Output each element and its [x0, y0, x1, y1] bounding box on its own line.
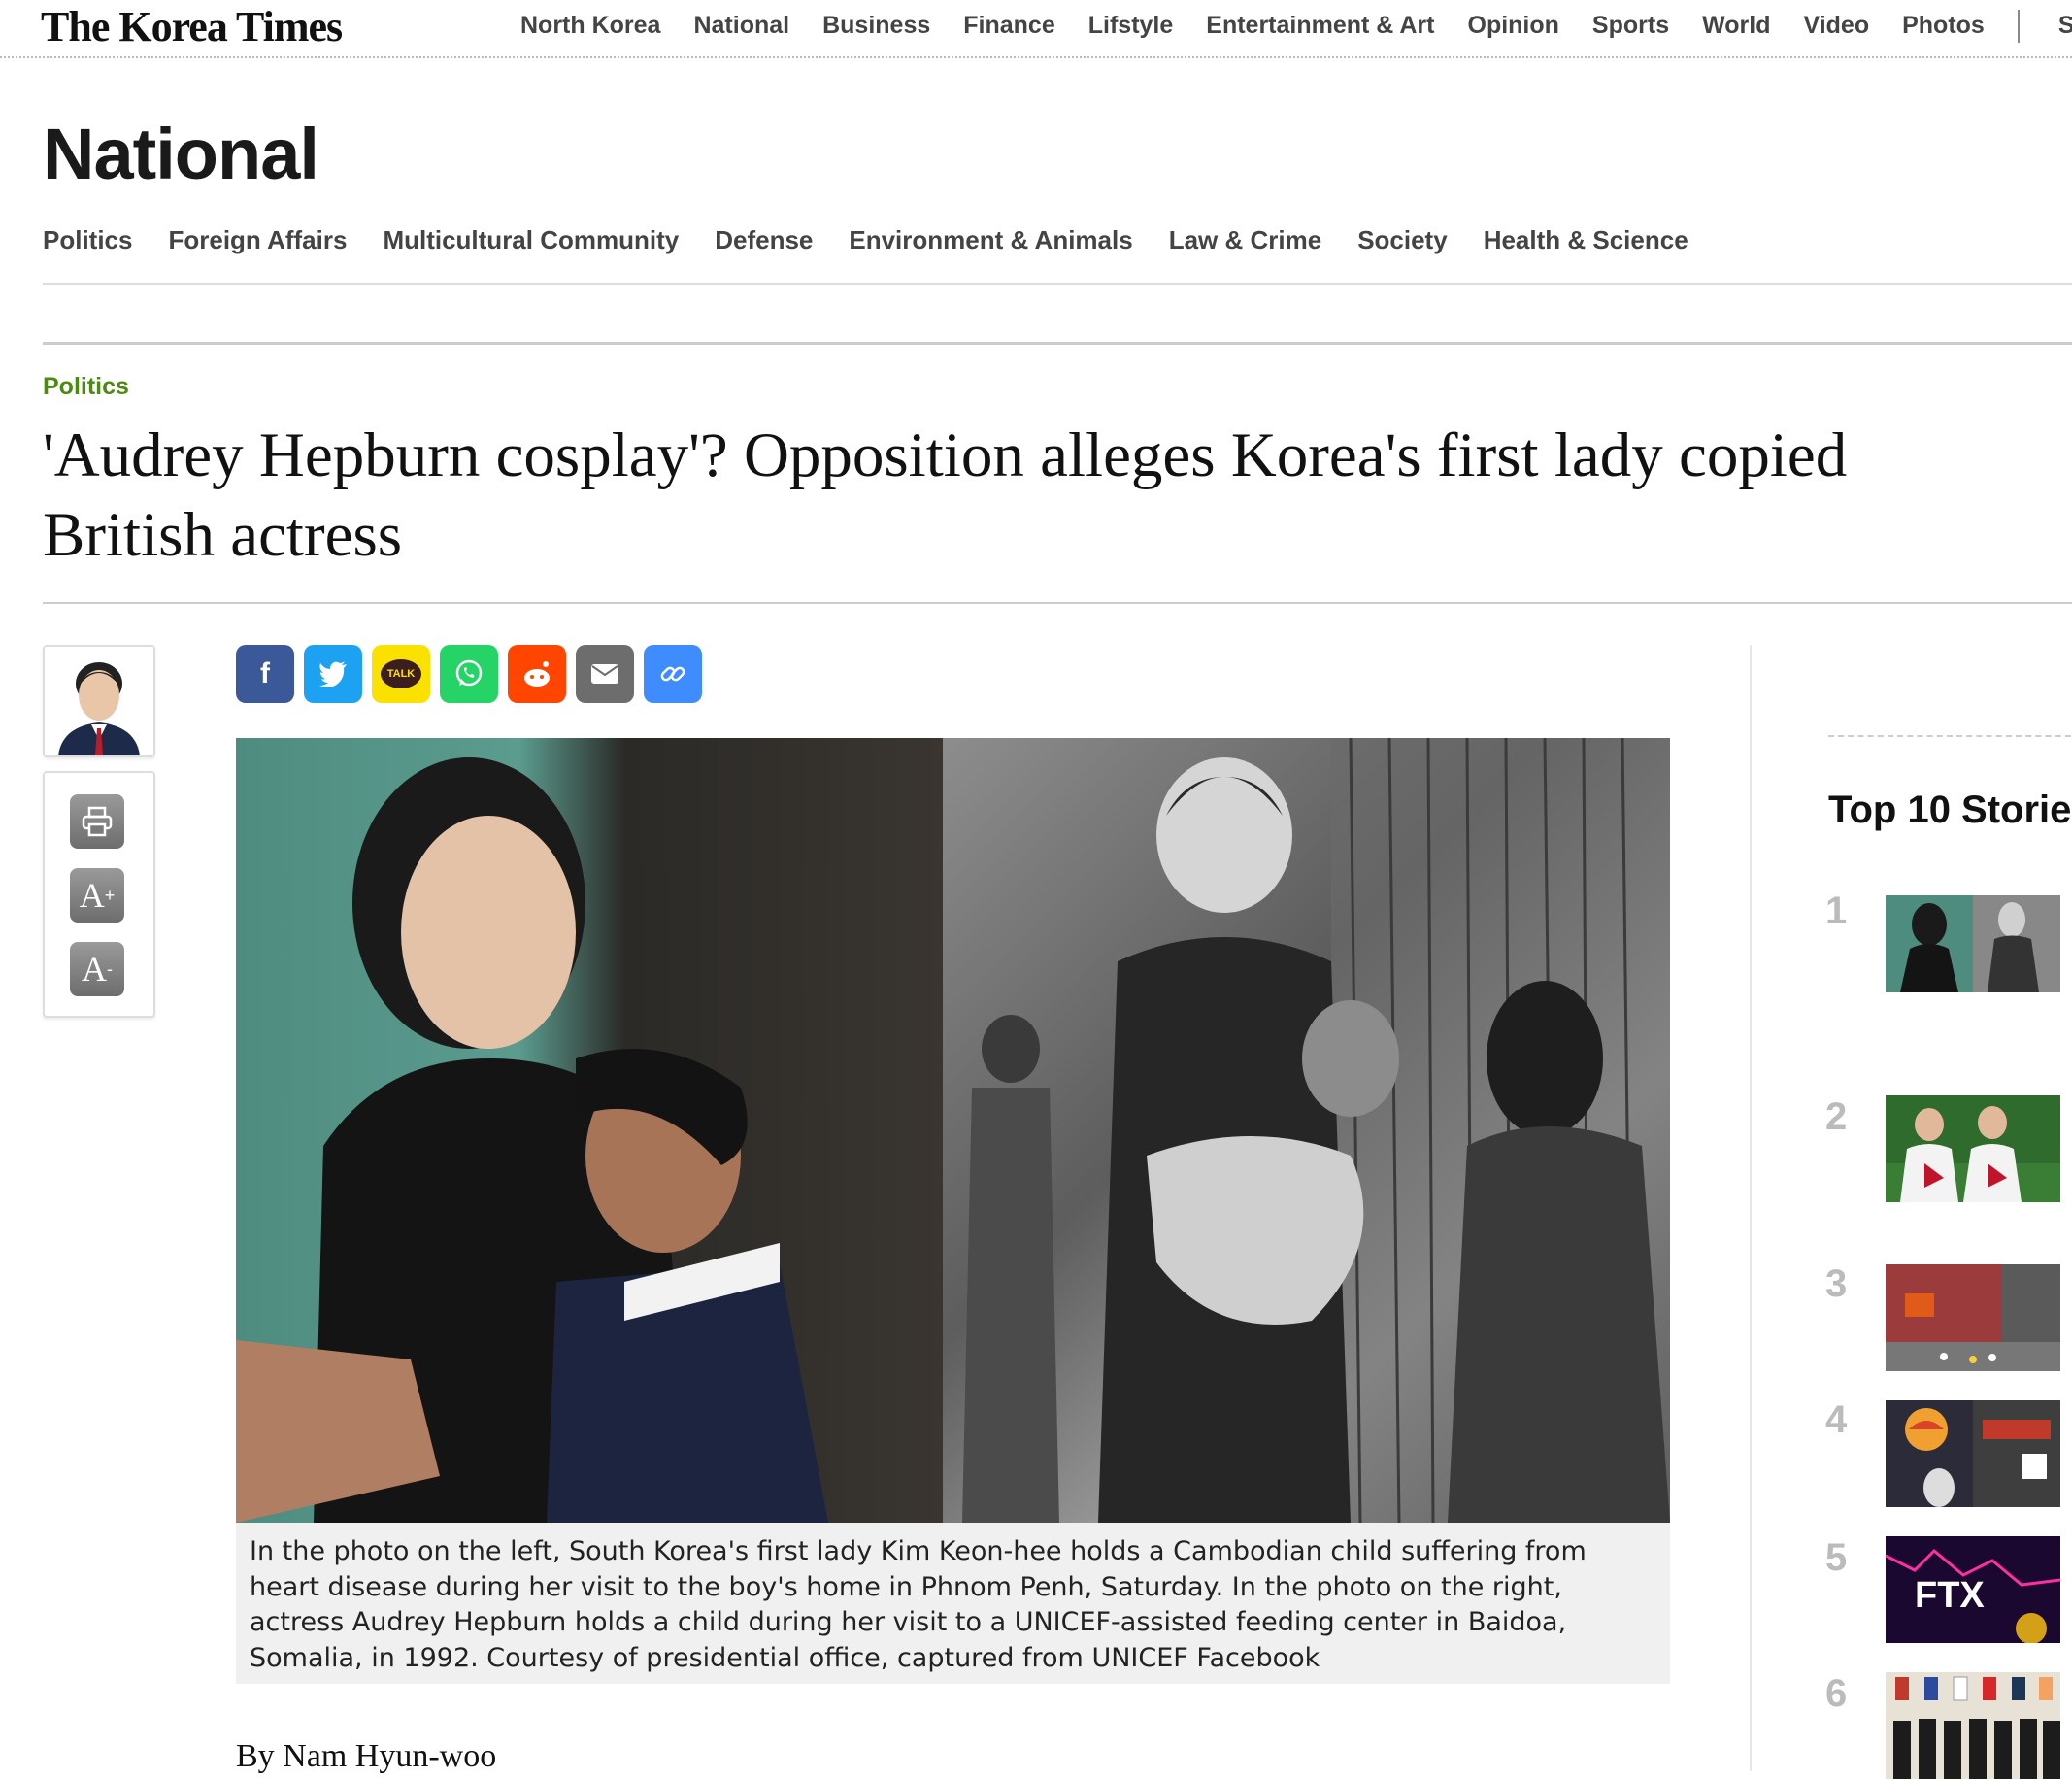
story-rank: 2 [1825, 1095, 1848, 1138]
section-title: National [43, 114, 319, 194]
increase-font-button[interactable]: A + [70, 868, 124, 923]
author-avatar[interactable] [43, 645, 155, 757]
share-kakaotalk-button[interactable]: TALK [372, 645, 430, 703]
kakaotalk-label: TALK [386, 668, 416, 680]
nav-north-korea[interactable]: North Korea [520, 12, 660, 43]
avatar-image [45, 647, 153, 755]
envelope-icon [591, 664, 618, 684]
nav-divider [2017, 10, 2020, 43]
top-nav: North Korea National Business Finance Li… [520, 10, 2072, 43]
twitter-icon [319, 661, 347, 687]
story-thumbnail[interactable]: FTX [1886, 1536, 2060, 1643]
story-thumbnail[interactable] [1886, 1264, 2060, 1371]
article-kicker[interactable]: Politics [43, 373, 129, 401]
print-button[interactable] [70, 794, 124, 849]
nav-business[interactable]: Business [822, 12, 930, 43]
subnav-multicultural-community[interactable]: Multicultural Community [383, 225, 679, 255]
article-byline[interactable]: By Nam Hyun-woo [236, 1738, 496, 1775]
story-rank: 4 [1825, 1398, 1848, 1441]
share-whatsapp-button[interactable] [440, 645, 498, 703]
subnav-politics[interactable]: Politics [43, 225, 132, 255]
decrease-font-button[interactable]: A- [70, 942, 124, 996]
sidebar-divider [1828, 735, 2072, 737]
link-icon [660, 666, 685, 682]
nav-finance[interactable]: Finance [963, 12, 1054, 43]
photo-audrey-hepburn [943, 738, 1670, 1523]
article-headline: 'Audrey Hepburn cosplay'? Opposition all… [43, 420, 1848, 570]
story-rank: 3 [1825, 1262, 1848, 1305]
share-email-button[interactable] [576, 645, 634, 703]
font-increase-label: A [79, 876, 105, 915]
section-subnav: Politics Foreign Affairs Multicultural C… [43, 225, 1724, 255]
top-stories-title: Top 10 Stories [1828, 789, 2072, 831]
thumbnail-image [1886, 1095, 2060, 1202]
share-facebook-button[interactable]: f [236, 645, 294, 703]
share-bar: f TALK [236, 645, 712, 703]
photo-caption: In the photo on the left, South Korea's … [236, 1523, 1670, 1684]
share-reddit-button[interactable] [508, 645, 566, 703]
divider [43, 342, 2072, 345]
nav-world[interactable]: World [1702, 12, 1770, 43]
nav-sports[interactable]: Sports [1592, 12, 1669, 43]
story-rank: 5 [1825, 1536, 1848, 1579]
nav-national[interactable]: National [693, 12, 789, 43]
thumbnail-image [1886, 1400, 2060, 1507]
copy-link-button[interactable] [644, 645, 702, 703]
printer-icon [82, 806, 113, 837]
subnav-environment-animals[interactable]: Environment & Animals [849, 225, 1132, 255]
photo-left-illustration [236, 757, 828, 1523]
photo-first-lady [236, 738, 943, 1523]
subnav-law-crime[interactable]: Law & Crime [1169, 225, 1322, 255]
nav-entertainment-art[interactable]: Entertainment & Art [1206, 12, 1434, 43]
reddit-icon [524, 661, 550, 687]
subnav-foreign-affairs[interactable]: Foreign Affairs [168, 225, 347, 255]
thumbnail-image [1886, 1264, 2060, 1371]
story-thumbnail[interactable] [1886, 895, 2060, 992]
share-twitter-button[interactable] [304, 645, 362, 703]
story-thumbnail[interactable] [1886, 1400, 2060, 1507]
article-photo [236, 738, 1670, 1523]
subnav-society[interactable]: Society [1357, 225, 1448, 255]
kakaotalk-icon: TALK [381, 659, 421, 688]
subnav-defense[interactable]: Defense [715, 225, 813, 255]
photo-right-illustration [962, 738, 1670, 1523]
divider [43, 283, 2072, 285]
nav-opinion[interactable]: Opinion [1468, 12, 1559, 43]
column-divider [1750, 645, 1752, 1771]
nav-lifestyle[interactable]: Lifstyle [1088, 12, 1174, 43]
nav-video[interactable]: Video [1803, 12, 1869, 43]
whatsapp-icon [455, 659, 483, 687]
story-thumbnail[interactable] [1886, 1672, 2060, 1779]
nav-photos[interactable]: Photos [1902, 12, 1985, 43]
site-logo[interactable]: The Korea Times [41, 2, 343, 51]
story-thumbnail[interactable] [1886, 1095, 2060, 1202]
nav-subscribe[interactable]: Sub [2058, 12, 2072, 43]
minus-icon: - [107, 958, 113, 979]
thumbnail-ftx-text: FTX [1915, 1575, 1985, 1616]
top-bar: The Korea Times North Korea National Bus… [0, 0, 2072, 58]
thumbnail-image [1886, 895, 2060, 992]
plus-icon: + [104, 885, 116, 905]
article-tools: A + A- [43, 771, 155, 1018]
story-rank: 1 [1825, 890, 1848, 932]
divider [43, 602, 2072, 604]
font-decrease-label: A [82, 950, 107, 989]
thumbnail-image [1886, 1672, 2060, 1779]
story-rank: 6 [1825, 1672, 1848, 1715]
subnav-health-science[interactable]: Health & Science [1484, 225, 1688, 255]
facebook-icon: f [260, 657, 270, 689]
